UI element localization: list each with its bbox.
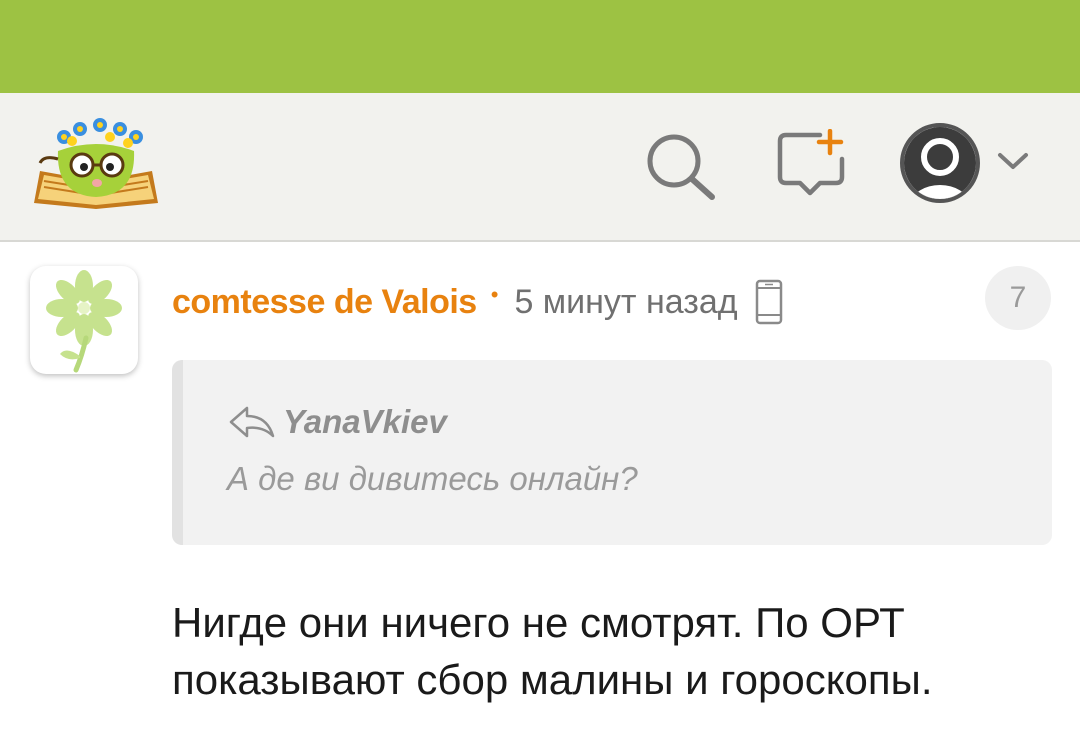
- quote-text: А де ви дивитесь онлайн?: [227, 460, 638, 497]
- app-logo-icon[interactable]: [30, 111, 162, 211]
- chevron-down-icon[interactable]: [996, 149, 1030, 173]
- status-bar: [0, 0, 1080, 93]
- meta-separator: •: [490, 282, 499, 307]
- quote-header: YanaVkiev: [227, 402, 447, 442]
- quote-author[interactable]: YanaVkiev: [283, 403, 447, 441]
- reply-icon: [229, 406, 275, 438]
- comment-time: 5 минут назад: [514, 282, 738, 321]
- comment-number-badge: 7: [985, 266, 1051, 330]
- new-post-icon[interactable]: [776, 128, 848, 199]
- comment-text: Нигде они ничего не смотрят. По ОРТ пока…: [172, 599, 933, 703]
- comment-meta: comtesse de Valois • 5 минут назад: [172, 279, 784, 325]
- avatar[interactable]: [30, 266, 138, 374]
- quoted-reply[interactable]: YanaVkiev А де ви дивитесь онлайн?: [172, 360, 1052, 545]
- profile-icon[interactable]: [898, 121, 982, 205]
- app-header: [0, 93, 1080, 242]
- search-icon[interactable]: [644, 131, 718, 201]
- phone-icon: [755, 279, 782, 325]
- comment-author[interactable]: comtesse de Valois: [172, 283, 477, 322]
- avatar-flower-icon: [46, 270, 122, 373]
- comment: comtesse de Valois • 5 минут назад 7 Yan…: [0, 244, 1080, 738]
